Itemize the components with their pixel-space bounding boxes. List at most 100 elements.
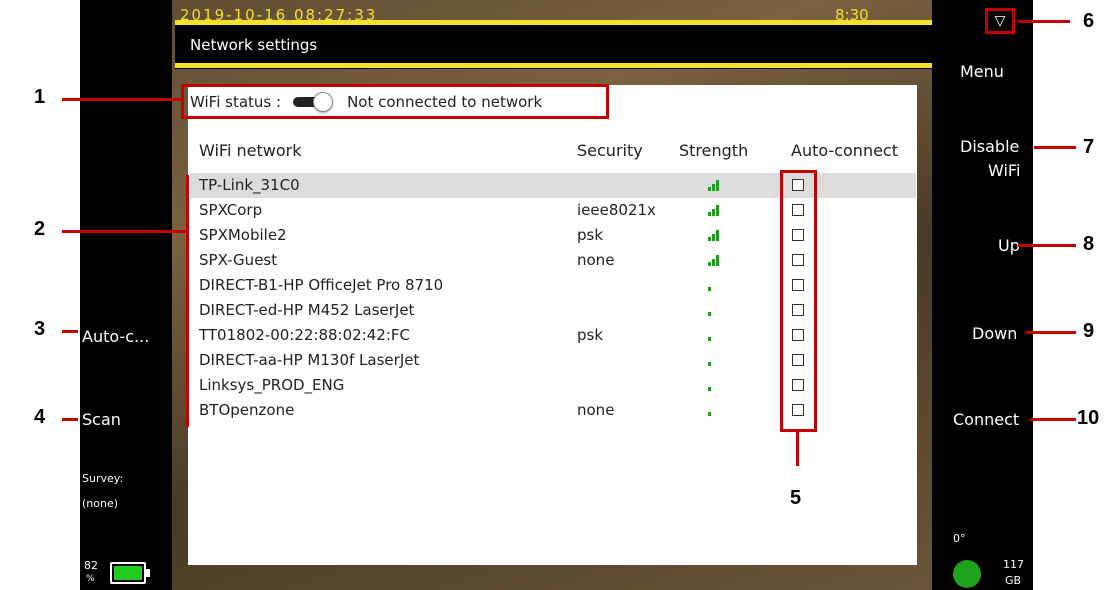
callout-number-6: 6 [1083, 10, 1095, 32]
chevron-down-icon: ▽ [994, 13, 1006, 29]
signal-strength-icon [708, 279, 722, 291]
signal-strength-icon [708, 254, 722, 266]
callout-box-wifi-status [181, 84, 609, 119]
signal-bar [712, 409, 715, 416]
callout-line-4 [62, 418, 78, 421]
battery-nub [146, 569, 150, 577]
signal-bar [712, 334, 715, 341]
callout-number-7: 7 [1083, 136, 1095, 158]
down-softkey[interactable]: Down [972, 324, 1017, 343]
callout-number-1: 1 [34, 86, 46, 108]
menu-softkey[interactable]: Menu [960, 62, 1004, 81]
signal-bar [712, 209, 715, 216]
callout-line-3 [62, 330, 78, 333]
signal-strength-icon [708, 354, 722, 366]
callout-line-5 [796, 432, 799, 466]
storage-readout: 117 [1003, 558, 1024, 571]
survey-label: Survey: [82, 472, 124, 485]
signal-bar [708, 237, 711, 241]
callout-number-10: 10 [1077, 407, 1100, 429]
auto-connect-softkey[interactable]: Auto-c... [82, 327, 149, 346]
callout-line-10 [1030, 418, 1076, 421]
signal-bar [708, 187, 711, 191]
signal-bar [712, 284, 715, 291]
header-clock: 8:30 [835, 6, 869, 20]
signal-strength-icon [708, 329, 722, 341]
right-softkey-panel [932, 0, 1033, 590]
callout-line-8 [1018, 244, 1076, 247]
signal-bar [708, 287, 711, 291]
network-security: none [577, 401, 615, 419]
callout-line-1 [62, 98, 181, 101]
header-datetime: 2019-10-16 08:27:33 [180, 6, 378, 20]
signal-bar [708, 412, 711, 416]
signal-bar [712, 184, 715, 191]
signal-bar [708, 337, 711, 341]
connect-softkey[interactable]: Connect [953, 410, 1019, 429]
scan-softkey[interactable]: Scan [82, 410, 121, 429]
network-name: SPXMobile2 [199, 226, 287, 244]
signal-bar [708, 212, 711, 216]
callout-number-4: 4 [34, 406, 46, 428]
callout-line-9 [1026, 331, 1076, 334]
callout-box-auto-connect [780, 170, 817, 432]
disable-wifi-softkey[interactable]: Disable [960, 137, 1019, 156]
disable-wifi-softkey-line2[interactable]: WiFi [988, 161, 1020, 180]
signal-bar [716, 280, 719, 291]
battery-fill [114, 566, 142, 580]
callout-number-2: 2 [34, 218, 46, 240]
signal-bar [712, 259, 715, 266]
network-security: ieee8021x [577, 201, 656, 219]
signal-bar [716, 355, 719, 366]
survey-value: (none) [82, 497, 119, 510]
menu-dropdown-button[interactable]: ▽ [985, 8, 1015, 34]
signal-strength-icon [708, 404, 722, 416]
signal-bar [716, 405, 719, 416]
network-name: SPX-Guest [199, 251, 278, 269]
battery-icon [110, 562, 150, 584]
signal-strength-icon [708, 229, 722, 241]
signal-bar [716, 205, 719, 216]
signal-bar [716, 255, 719, 266]
signal-bar [708, 312, 711, 316]
network-security: psk [577, 226, 604, 244]
network-name: DIRECT-aa-HP M130f LaserJet [199, 351, 420, 369]
signal-strength-icon [708, 179, 722, 191]
battery-percent-unit: % [86, 574, 95, 584]
network-name: DIRECT-B1-HP OfficeJet Pro 8710 [199, 276, 444, 294]
up-softkey[interactable]: Up [998, 236, 1020, 255]
callout-line-6 [1018, 20, 1070, 23]
callout-number-5: 5 [790, 487, 802, 509]
signal-bar [712, 359, 715, 366]
signal-bar [716, 180, 719, 191]
network-security: none [577, 251, 615, 269]
network-name: BTOpenzone [199, 401, 295, 419]
column-header-auto-connect: Auto-connect [791, 141, 898, 160]
header-accent-line-top [175, 20, 932, 25]
column-header-network: WiFi network [199, 141, 302, 160]
network-name: TP-Link_31C0 [199, 176, 300, 194]
signal-bar [716, 380, 719, 391]
callout-number-9: 9 [1083, 320, 1095, 342]
network-name: TT01802-00:22:88:02:42:FC [199, 326, 410, 344]
signal-bar [716, 330, 719, 341]
signal-bar [716, 305, 719, 316]
signal-bar [712, 234, 715, 241]
storage-unit: GB [1005, 574, 1022, 587]
column-header-security: Security [577, 141, 643, 160]
signal-bar [712, 309, 715, 316]
signal-strength-icon [708, 204, 722, 216]
callout-number-8: 8 [1083, 233, 1095, 255]
callout-line-7 [1034, 146, 1076, 149]
signal-bar [716, 230, 719, 241]
page-title: Network settings [190, 36, 318, 54]
signal-bar [712, 384, 715, 391]
signal-bar [708, 362, 711, 366]
callout-number-3: 3 [34, 318, 46, 340]
callout-bracket-networks [186, 175, 189, 427]
angle-readout: 0° [953, 532, 966, 545]
signal-bar [708, 262, 711, 266]
header-accent-line-bottom [175, 63, 932, 68]
network-name: SPXCorp [199, 201, 263, 219]
signal-bar [708, 387, 711, 391]
